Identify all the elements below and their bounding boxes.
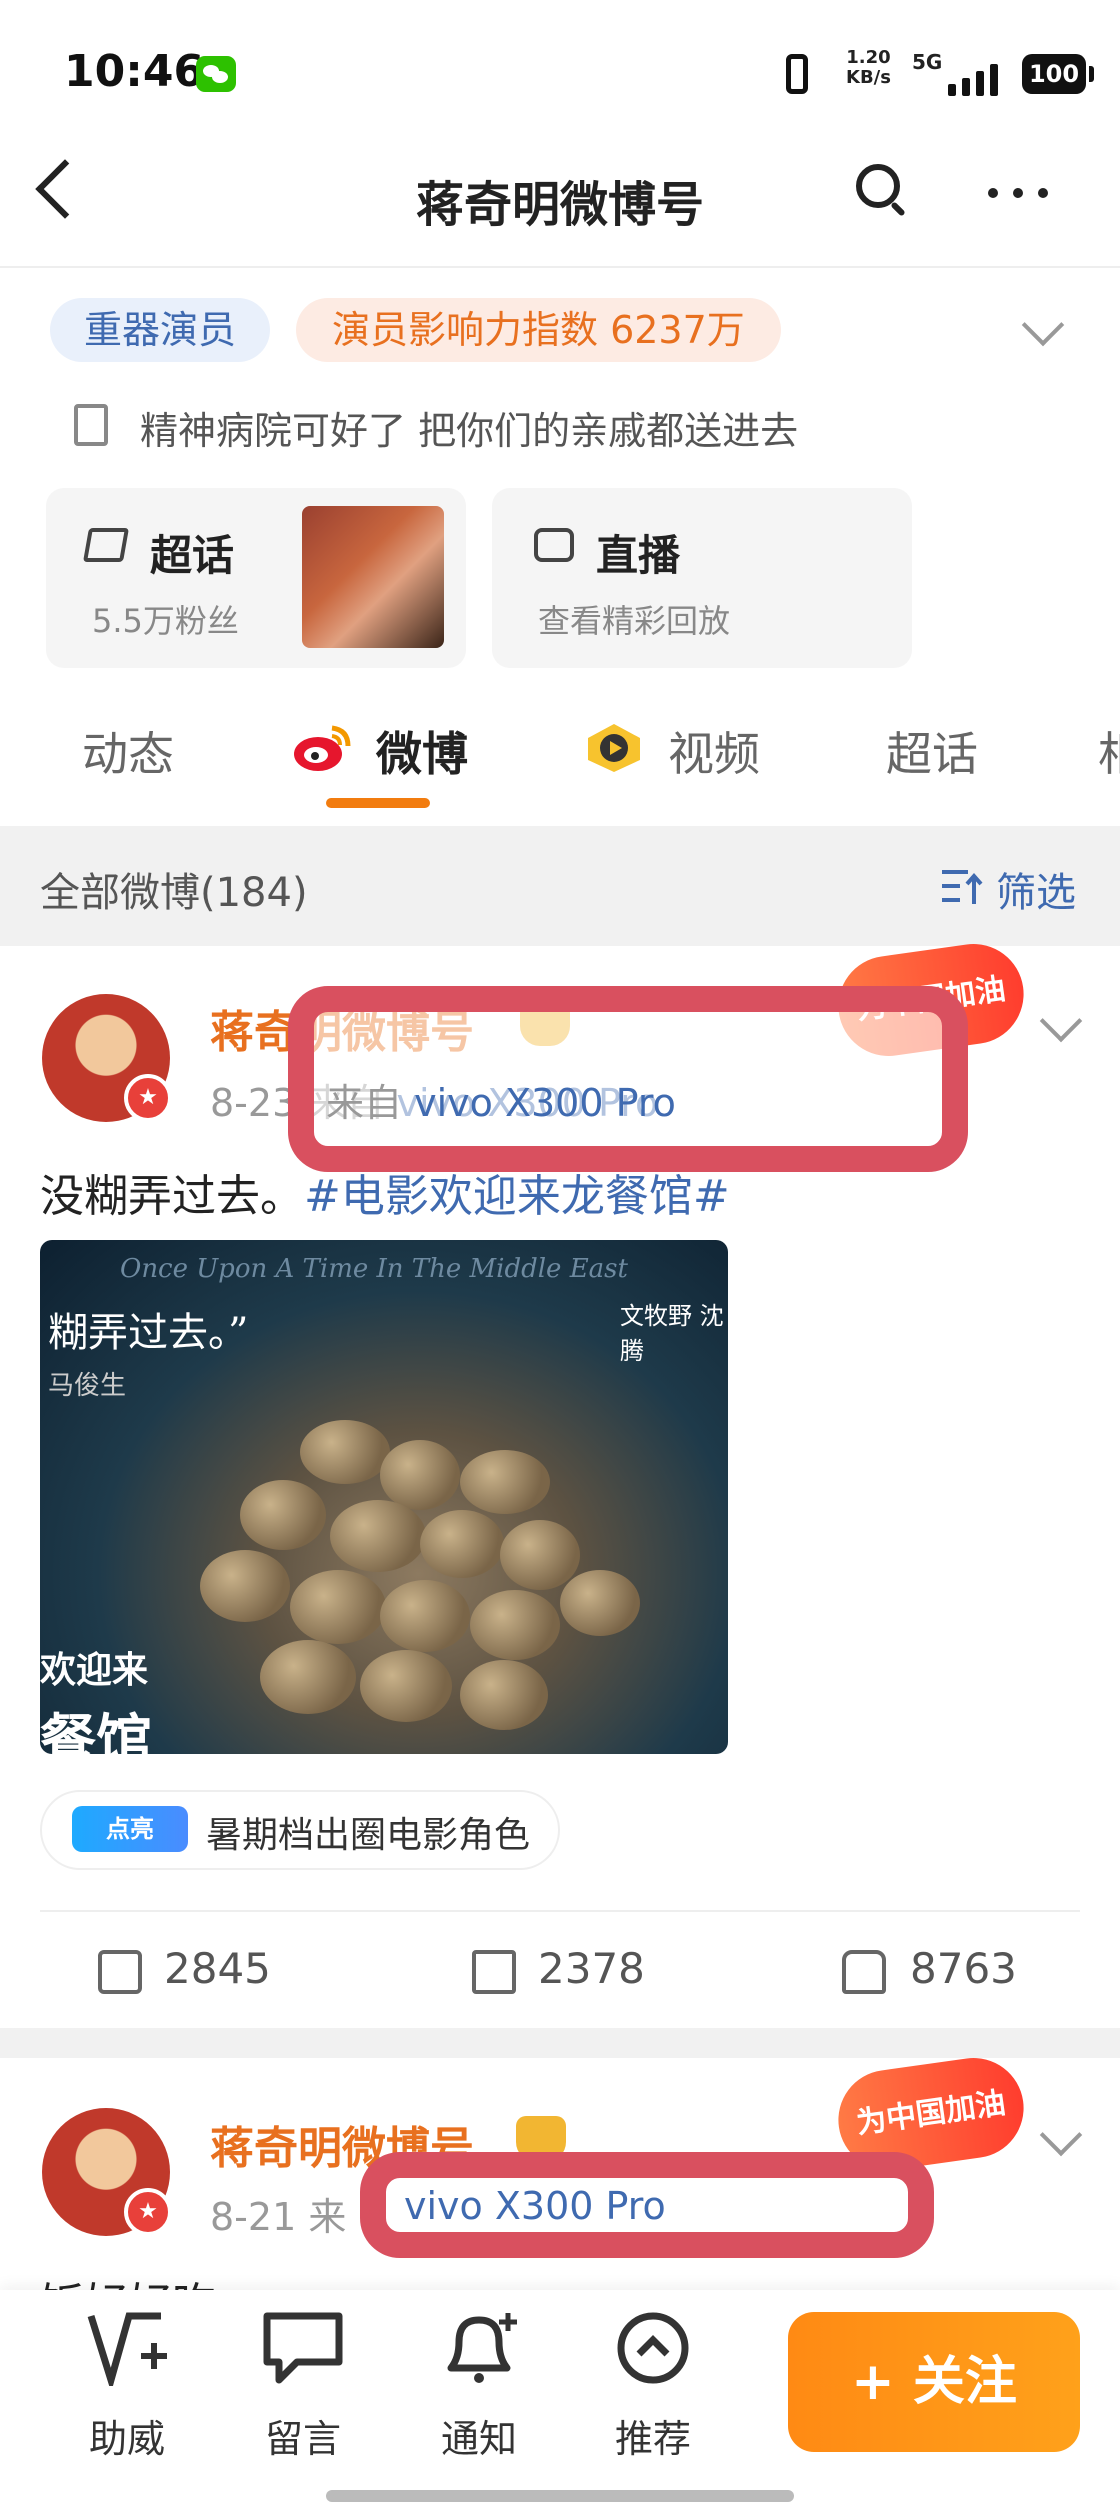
supertopic-photo [302, 506, 444, 648]
document-icon [74, 404, 108, 446]
recommend-icon [617, 2312, 689, 2384]
post-divider [40, 1910, 1080, 1912]
hashtag-link[interactable]: #电影欢迎来龙餐馆# [304, 1171, 730, 1222]
comment-count[interactable]: 2378 [538, 1944, 645, 1993]
weibo-logo-icon [294, 725, 351, 771]
image-caption: Once Upon A Time In The Middle East [120, 1254, 628, 1284]
tab-underline [326, 798, 430, 808]
post-meta: 8-21 来 [210, 2195, 347, 2239]
like-count[interactable]: 8763 [910, 1944, 1017, 1993]
post-text: 没糊弄过去。#电影欢迎来龙餐馆# [40, 1171, 730, 1222]
topic-pill-text: 暑期档出圈电影角色 [206, 1815, 531, 1856]
image-names: 文牧野 沈腾 [620, 1302, 724, 1365]
vibrate-icon [786, 54, 808, 94]
message-button[interactable]: 留言 [238, 2310, 368, 2463]
tab-video[interactable]: 视频 [668, 718, 760, 784]
tab-supertopic[interactable]: 超话 [886, 718, 978, 784]
net-speed: 1.20 KB/s [846, 47, 891, 88]
filter-button[interactable]: 筛选 [996, 860, 1076, 918]
tab-dynamic[interactable]: 动态 [82, 718, 174, 784]
signal-icon [948, 60, 1008, 96]
tab-weibo[interactable]: 微博 [376, 718, 468, 784]
home-indicator [326, 2490, 794, 2502]
battery-icon: 100 [1022, 54, 1094, 94]
all-weibo-count: 全部微博(184) [40, 870, 308, 916]
tv-icon [534, 528, 574, 562]
recommend-button[interactable]: 推荐 [588, 2310, 718, 2463]
status-time: 10:46 [64, 46, 205, 97]
verified-icon: ★ [124, 1074, 172, 1122]
network-type: 5G [912, 50, 943, 74]
device-highlight: vivo X300 Pro [404, 2184, 666, 2228]
filter-icon[interactable] [940, 864, 984, 908]
repost-count[interactable]: 2845 [164, 1944, 271, 1993]
post-menu-chevron-icon[interactable] [1039, 2113, 1083, 2157]
comment-icon[interactable] [472, 1950, 516, 1994]
light-up-badge: 点亮 [72, 1806, 188, 1852]
page-title: 蒋奇明微博号 [415, 177, 704, 233]
more-icon[interactable] [988, 188, 1048, 198]
influence-badge[interactable]: 演员影响力指数 6237万 [296, 298, 781, 362]
live-sub: 查看精彩回放 [538, 602, 731, 640]
notify-button[interactable]: 通知 [414, 2310, 544, 2463]
chevron-down-icon[interactable] [1021, 303, 1065, 347]
image-title: 欢迎来 餐馆 [40, 1649, 152, 1754]
profile-bio: 精神病院可好了 把你们的亲戚都送进去 [140, 409, 799, 453]
role-badge[interactable]: 重器演员 [50, 298, 271, 362]
video-tab-icon [588, 724, 640, 772]
post-separator [0, 2028, 1120, 2058]
live-title: 直播 [596, 531, 681, 580]
wechat-icon [196, 56, 236, 92]
tab-album[interactable]: 相 [1098, 718, 1120, 784]
repost-icon[interactable] [98, 1950, 142, 1994]
diamond-icon [83, 528, 129, 562]
verified-icon: ★ [124, 2188, 172, 2236]
bell-icon [447, 2313, 517, 2383]
like-icon[interactable] [842, 1950, 886, 1994]
header-divider [0, 266, 1120, 268]
post-menu-chevron-icon[interactable] [1039, 999, 1083, 1043]
supertopic-title: 超话 [150, 531, 235, 580]
cheer-icon [87, 2312, 167, 2393]
search-icon[interactable] [856, 164, 900, 208]
device-highlight: 来自 vivo X300 Pro [326, 1081, 676, 1125]
cheer-button[interactable]: 助威 [62, 2310, 192, 2463]
message-icon [263, 2312, 343, 2384]
supertopic-fans: 5.5万粉丝 [92, 602, 239, 640]
follow-button[interactable]: + 关注 [788, 2312, 1080, 2452]
post-image[interactable]: Once Upon A Time In The Middle East 文牧野 … [40, 1240, 728, 1754]
image-quote: 糊弄过去。” 马俊生 [48, 1310, 249, 1401]
topic-pill[interactable]: 点亮 暑期档出圈电影角色 [40, 1790, 560, 1870]
